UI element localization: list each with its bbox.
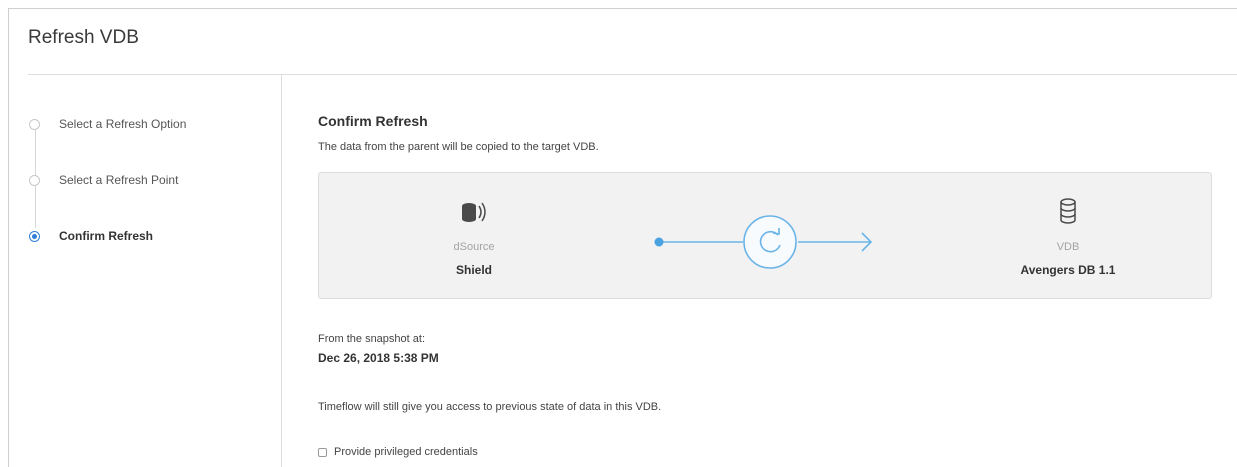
section-description: The data from the parent will be copied … [318,141,599,153]
timeflow-note: Timeflow will still give you access to p… [318,401,662,413]
snapshot-label: From the snapshot at: [318,333,425,345]
section-title: Confirm Refresh [318,113,428,129]
target-name: Avengers DB 1.1 [1020,263,1116,277]
step-label: Select a Refresh Option [59,117,187,131]
step-refresh-point[interactable]: Select a Refresh Point [29,173,178,187]
snapshot-date: Dec 26, 2018 5:38 PM [318,351,439,365]
step-indicator [29,174,40,186]
target-type: VDB [1056,241,1080,253]
dsource-icon [462,202,486,222]
checkbox-box[interactable] [318,447,327,457]
source-type: dSource [453,241,495,253]
checkbox-label: Provide privileged credentials [334,446,478,458]
step-refresh-option[interactable]: Select a Refresh Option [29,117,186,131]
step-indicator-active [29,230,40,242]
flow-start-dot [654,237,664,247]
step-indicator [29,118,40,130]
sidebar-divider [281,74,282,467]
privileged-credentials-checkbox[interactable]: Provide privileged credentials [318,446,478,458]
header-divider [28,74,1237,75]
target-node: VDB Avengers DB 1.1 [988,197,1148,277]
source-name: Shield [455,263,492,277]
step-label: Select a Refresh Point [59,173,179,187]
step-confirm-refresh[interactable]: Confirm Refresh [29,229,153,243]
refresh-flow-panel: dSource Shield VDB Avengers DB 1.1 [318,172,1212,299]
dialog-title: Refresh VDB [28,27,139,48]
database-icon [1060,198,1076,224]
source-node: dSource Shield [394,197,554,277]
step-label: Confirm Refresh [59,229,154,243]
refresh-icon [743,215,797,269]
